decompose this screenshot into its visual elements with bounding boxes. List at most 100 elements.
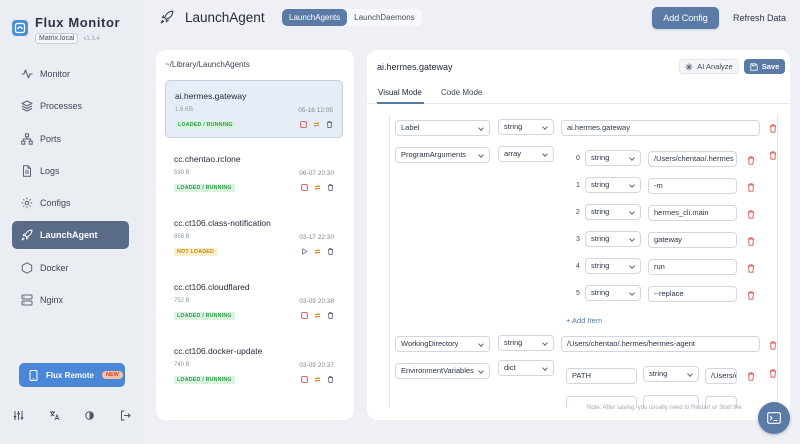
type-select[interactable]: string	[585, 258, 641, 274]
ai-analyze-button[interactable]: AI Analyze	[679, 59, 739, 74]
trash-icon[interactable]	[747, 183, 755, 192]
tab-launchdaemons[interactable]: LaunchDaemons	[347, 9, 421, 26]
type-select[interactable]: string	[498, 119, 554, 135]
network-icon	[21, 132, 33, 145]
agent-card[interactable]: cc.ct106.class-notification 858 B 03-17 …	[165, 208, 343, 266]
value-input[interactable]: /Users/chentao/.hermes	[648, 151, 737, 167]
refresh-data-button[interactable]: Refresh Data	[733, 13, 786, 23]
key-select[interactable]: EnvironmentVariables	[395, 363, 490, 379]
agent-card[interactable]: cc.ct106.cloudflared 752 B 03-09 20:38 L…	[165, 272, 343, 330]
logout-icon[interactable]	[120, 410, 131, 421]
trash-icon[interactable]	[769, 151, 777, 160]
save-note: Note: After saving, you usually need to …	[587, 405, 742, 411]
type-select[interactable]: dict	[498, 360, 554, 376]
app-title: Flux Monitor	[35, 15, 121, 30]
type-select[interactable]: array	[498, 146, 554, 162]
terminal-button[interactable]	[758, 402, 790, 434]
flux-remote-button[interactable]: Flux Remote NEW	[19, 363, 125, 387]
sidebar-item-monitor[interactable]: Monitor	[12, 60, 129, 88]
value-input[interactable]: run	[648, 259, 737, 275]
trash-icon[interactable]	[327, 312, 334, 319]
tab-code-mode[interactable]: Code Mode	[441, 88, 482, 97]
play-icon[interactable]	[301, 248, 308, 255]
tab-launchagents[interactable]: LaunchAgents	[282, 9, 348, 26]
agent-date: 03-17 22:30	[299, 234, 334, 241]
trash-icon[interactable]	[769, 341, 777, 350]
stop-icon[interactable]	[301, 376, 308, 383]
agent-date: 03-09 20:38	[299, 298, 334, 305]
translate-icon[interactable]	[49, 410, 60, 421]
value-input[interactable]: /Users/chentao/.hermes/hermes-agent	[561, 336, 760, 352]
value-input[interactable]: /Users/c	[705, 368, 737, 384]
key-select[interactable]: WorkingDirectory	[395, 336, 490, 352]
brand: Flux Monitor Matrix.local v1.3.4	[12, 16, 120, 44]
sidebar-item-nginx[interactable]: Nginx	[12, 286, 129, 314]
trash-icon[interactable]	[747, 372, 755, 381]
type-select[interactable]: string	[585, 231, 641, 247]
value-input[interactable]: -m	[648, 178, 737, 194]
type-select[interactable]: string	[585, 204, 641, 220]
trash-icon[interactable]	[747, 237, 755, 246]
trash-icon[interactable]	[327, 376, 334, 383]
restart-icon[interactable]	[313, 121, 320, 128]
dict-key-input[interactable]: PATH	[566, 368, 637, 384]
restart-icon[interactable]	[314, 248, 321, 255]
app-logo-icon	[12, 20, 28, 36]
restart-icon[interactable]	[314, 376, 321, 383]
key-select[interactable]: ProgramArguments	[395, 147, 490, 163]
trash-icon[interactable]	[747, 291, 755, 300]
value-input[interactable]: hermes_cli.main	[648, 205, 737, 221]
sidebar-item-logs[interactable]: Logs	[12, 157, 129, 185]
sliders-icon[interactable]	[13, 410, 24, 421]
theme-icon[interactable]	[84, 410, 95, 421]
sidebar-item-configs[interactable]: Configs	[12, 189, 129, 217]
type-select[interactable]: string	[585, 285, 641, 301]
restart-icon[interactable]	[314, 184, 321, 191]
agent-date: 06-07 20:30	[299, 170, 334, 177]
agent-card[interactable]: cc.chentao.rclone 530 B 06-07 20:30 LOAD…	[165, 144, 343, 202]
flux-remote-label: Flux Remote	[46, 370, 95, 380]
add-config-button[interactable]: Add Config	[652, 7, 719, 29]
trash-icon[interactable]	[747, 156, 755, 165]
phone-icon	[29, 369, 38, 381]
type-select[interactable]: string	[585, 150, 641, 166]
agent-card[interactable]: cc.ct106.docker-update 740 B 03-09 20:37…	[165, 336, 343, 394]
type-select[interactable]: string	[643, 366, 699, 382]
stop-icon[interactable]	[301, 184, 308, 191]
value-input[interactable]: gateway	[648, 232, 737, 248]
key-select[interactable]: Label	[395, 120, 490, 136]
value-input[interactable]: ai.hermes.gateway	[561, 120, 760, 136]
item-index: 2	[576, 209, 580, 216]
agent-card[interactable]: ai.hermes.gateway 1.6 KB 05-16 12:05 LOA…	[165, 80, 343, 138]
rocket-icon	[160, 10, 174, 24]
status-badge: LOADED / RUNNING	[174, 312, 235, 320]
sidebar-item-launchagent[interactable]: LaunchAgent	[12, 221, 129, 250]
value-input[interactable]: --replace	[648, 286, 737, 302]
save-label: Save	[761, 62, 780, 71]
type-select[interactable]: string	[498, 335, 554, 351]
tab-visual-mode[interactable]: Visual Mode	[378, 88, 422, 97]
trash-icon[interactable]	[769, 124, 777, 133]
trash-icon[interactable]	[769, 369, 777, 378]
save-button[interactable]: Save	[744, 59, 785, 74]
stop-icon[interactable]	[301, 312, 308, 319]
trash-icon[interactable]	[326, 121, 333, 128]
stop-icon[interactable]	[300, 121, 307, 128]
type-select[interactable]: string	[585, 177, 641, 193]
file-icon	[21, 165, 33, 177]
sidebar-item-ports[interactable]: Ports	[12, 125, 129, 153]
agent-size: 752 B	[174, 298, 190, 304]
trash-icon[interactable]	[747, 210, 755, 219]
trash-icon[interactable]	[327, 248, 334, 255]
item-index: 3	[576, 236, 580, 243]
status-badge: NOT LOADED	[174, 248, 218, 256]
sidebar-item-docker[interactable]: Docker	[12, 254, 129, 282]
sidebar-item-label: Nginx	[40, 295, 64, 306]
add-item-button[interactable]: + Add Item	[566, 316, 602, 325]
restart-icon[interactable]	[314, 312, 321, 319]
trash-icon[interactable]	[747, 264, 755, 273]
layers-icon	[21, 100, 33, 112]
server-icon	[21, 294, 33, 306]
trash-icon[interactable]	[327, 184, 334, 191]
sidebar-item-processes[interactable]: Processes	[12, 92, 129, 120]
